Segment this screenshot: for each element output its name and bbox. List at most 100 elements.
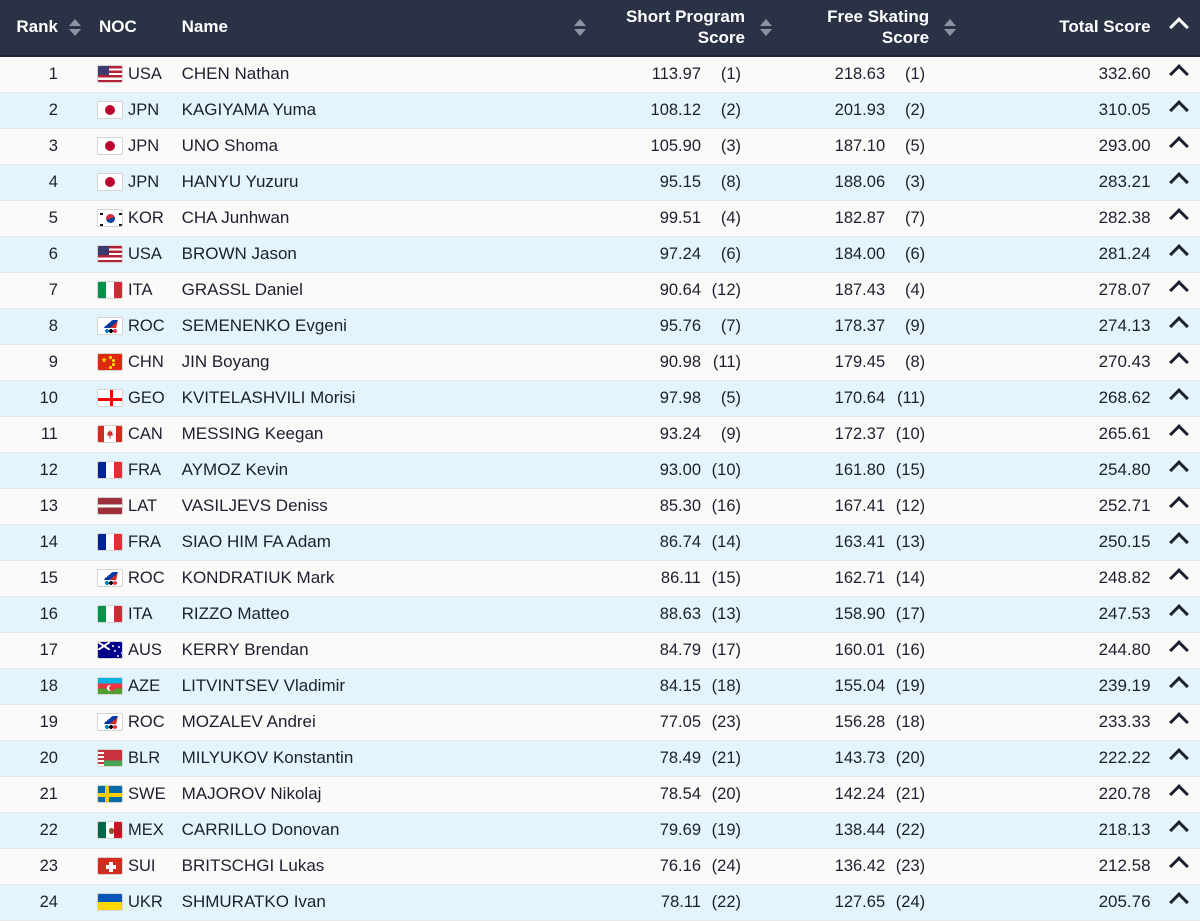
sort-toggle-total-score[interactable] <box>1158 0 1200 57</box>
row-expand-toggle[interactable] <box>1158 524 1200 561</box>
cell-rank: 11 <box>0 416 60 453</box>
table-row[interactable]: 18 AZE LITVINTSEV Vladimir 84.15 (18) 155.04 (… <box>0 668 1200 705</box>
cell-athlete-name[interactable]: CHEN Nathan <box>169 56 565 93</box>
table-row[interactable]: 17 AUS KERRY Brendan 84.79 (17) 160.01 (16) 244… <box>0 632 1200 669</box>
row-expand-toggle[interactable] <box>1158 92 1200 129</box>
cell-athlete-name[interactable]: BROWN Jason <box>169 236 565 273</box>
cell-athlete-name[interactable]: CARRILLO Donovan <box>169 812 565 849</box>
cell-athlete-name[interactable]: SHMURATKO Ivan <box>169 884 565 921</box>
table-row[interactable]: 1 USA CHEN Nathan 113.97 (1) 218.63 (1) 332.60 <box>0 56 1200 93</box>
table-row[interactable]: 4 JPN HANYU Yuzuru 95.15 (8) 188.06 (3) 283.21 <box>0 164 1200 201</box>
row-expand-toggle[interactable] <box>1158 740 1200 777</box>
cell-athlete-name[interactable]: LITVINTSEV Vladimir <box>169 668 565 705</box>
table-row[interactable]: 19 ROC MOZALEV Andrei 77.05 (23) 156.28 (18) 23… <box>0 704 1200 741</box>
row-expand-toggle[interactable] <box>1158 848 1200 885</box>
cell-athlete-name[interactable]: HANYU Yuzuru <box>169 164 565 201</box>
row-expand-toggle[interactable] <box>1158 200 1200 237</box>
table-row[interactable]: 5 KOR CHA Junhwan 99.51 (4) 182.87 (7) 282.38 <box>0 200 1200 237</box>
sort-toggle-rank[interactable] <box>59 0 92 57</box>
row-expand-toggle[interactable] <box>1158 632 1200 669</box>
table-row[interactable]: 3 JPN UNO Shoma 105.90 (3) 187.10 (5) 293.00 <box>0 128 1200 165</box>
row-expand-toggle[interactable] <box>1158 308 1200 345</box>
cell-athlete-name[interactable]: VASILJEVS Deniss <box>169 488 565 525</box>
row-expand-toggle[interactable] <box>1158 380 1200 417</box>
row-expand-toggle[interactable] <box>1158 596 1200 633</box>
table-row[interactable]: 21 SWE MAJOROV Nikolaj 78.54 (20) 142.24 (21) 2… <box>0 776 1200 813</box>
cell-athlete-name[interactable]: MILYUKOV Konstantin <box>169 740 565 777</box>
cell-athlete-name[interactable]: AYMOZ Kevin <box>169 452 565 489</box>
column-header-name[interactable]: Name <box>169 0 565 57</box>
row-expand-toggle[interactable] <box>1158 344 1200 381</box>
sort-toggle-short-program[interactable] <box>751 0 783 57</box>
row-expand-toggle[interactable] <box>1158 56 1200 93</box>
cell-athlete-name[interactable]: KONDRATIUK Mark <box>169 560 565 597</box>
table-row[interactable]: 16 ITA RIZZO Matteo 88.63 (13) 158.90 (17) 247.… <box>0 596 1200 633</box>
row-expand-toggle[interactable] <box>1158 164 1200 201</box>
free-skating-rank: (4) <box>904 280 926 299</box>
table-row[interactable]: 11 CAN MESSING Keegan 93.24 (9) 172.37 (10) 265… <box>0 416 1200 453</box>
column-header-noc[interactable]: NOC <box>91 0 170 57</box>
row-expand-toggle[interactable] <box>1158 704 1200 741</box>
noc-code: AZE <box>128 676 161 695</box>
flag-icon-jpn <box>97 101 124 119</box>
column-header-rank[interactable]: Rank <box>0 0 60 57</box>
cell-athlete-name[interactable]: KERRY Brendan <box>169 632 565 669</box>
cell-athlete-name[interactable]: CHA Junhwan <box>169 200 565 237</box>
cell-athlete-name[interactable]: RIZZO Matteo <box>169 596 565 633</box>
column-header-free-skating[interactable]: Free Skating Score <box>782 0 936 57</box>
column-header-total-score[interactable]: Total Score <box>966 0 1159 57</box>
cell-athlete-name[interactable]: UNO Shoma <box>169 128 565 165</box>
noc-code: BLR <box>128 748 161 767</box>
table-row[interactable]: 2 JPN KAGIYAMA Yuma 108.12 (2) 201.93 (2) 310.0… <box>0 92 1200 129</box>
row-expand-toggle[interactable] <box>1158 812 1200 849</box>
cell-sp-spacer <box>751 56 783 93</box>
table-row[interactable]: 13 LAT VASILJEVS Deniss 85.30 (16) 167.41 (12)… <box>0 488 1200 525</box>
table-row[interactable]: 24 UKR SHMURATKO Ivan 78.11 (22) 127.65 (24) 20… <box>0 884 1200 921</box>
cell-noc: SWE <box>91 776 170 813</box>
free-skating-score: 172.37 <box>834 424 886 443</box>
cell-rank-spacer <box>59 272 92 309</box>
cell-athlete-name[interactable]: MAJOROV Nikolaj <box>169 776 565 813</box>
sort-toggle-name[interactable] <box>564 0 596 57</box>
table-row[interactable]: 8 ROC SEMENENKO Evgeni 95.76 (7) 178.37 (9) 274… <box>0 308 1200 345</box>
row-expand-toggle[interactable] <box>1158 272 1200 309</box>
column-header-short-program[interactable]: Short Program Score <box>595 0 751 57</box>
table-row[interactable]: 14 FRA SIAO HIM FA Adam 86.74 (14) 163.41 (13)… <box>0 524 1200 561</box>
cell-athlete-name[interactable]: JIN Boyang <box>169 344 565 381</box>
row-expand-toggle[interactable] <box>1158 884 1200 921</box>
row-expand-toggle[interactable] <box>1158 128 1200 165</box>
cell-free-skating: 179.45 (8) <box>782 344 936 381</box>
cell-free-skating: 187.43 (4) <box>782 272 936 309</box>
table-row[interactable]: 23 SUI BRITSCHGI Lukas 76.16 (24) 136.42 (23) 2… <box>0 848 1200 885</box>
table-row[interactable]: 6 USA BROWN Jason 97.24 (6) 184.00 (6) 281.24 <box>0 236 1200 273</box>
row-expand-toggle[interactable] <box>1158 776 1200 813</box>
cell-athlete-name[interactable]: MESSING Keegan <box>169 416 565 453</box>
table-row[interactable]: 10 GEO KVITELASHVILI Morisi 97.98 (5) 170.64 (… <box>0 380 1200 417</box>
cell-athlete-name[interactable]: SEMENENKO Evgeni <box>169 308 565 345</box>
table-row[interactable]: 15 ROC KONDRATIUK Mark 86.11 (15) 162.71 (14) 2… <box>0 560 1200 597</box>
table-row[interactable]: 9 CHN JIN Boyang 90.98 (11) 179.45 (8) 270.43 <box>0 344 1200 381</box>
row-expand-toggle[interactable] <box>1158 236 1200 273</box>
row-expand-toggle[interactable] <box>1158 560 1200 597</box>
table-row[interactable]: 12 FRA AYMOZ Kevin 93.00 (10) 161.80 (15) 254.8… <box>0 452 1200 489</box>
row-expand-toggle[interactable] <box>1158 452 1200 489</box>
cell-fs-spacer <box>935 200 967 237</box>
row-expand-toggle[interactable] <box>1158 488 1200 525</box>
table-row[interactable]: 22 MEX CARRILLO Donovan 79.69 (19) 138.44 (22)… <box>0 812 1200 849</box>
cell-free-skating: 184.00 (6) <box>782 236 936 273</box>
cell-athlete-name[interactable]: SIAO HIM FA Adam <box>169 524 565 561</box>
cell-rank-spacer <box>59 884 92 921</box>
cell-athlete-name[interactable]: KVITELASHVILI Morisi <box>169 380 565 417</box>
cell-athlete-name[interactable]: KAGIYAMA Yuma <box>169 92 565 129</box>
table-row[interactable]: 7 ITA GRASSL Daniel 90.64 (12) 187.43 (4) 278.0… <box>0 272 1200 309</box>
cell-athlete-name[interactable]: GRASSL Daniel <box>169 272 565 309</box>
chevron-up-icon <box>1169 243 1190 264</box>
row-expand-toggle[interactable] <box>1158 668 1200 705</box>
table-row[interactable]: 20 BLR MILYUKOV Konstantin 78.49 (21) 143.73 (… <box>0 740 1200 777</box>
sort-toggle-free-skating[interactable] <box>935 0 967 57</box>
cell-athlete-name[interactable]: MOZALEV Andrei <box>169 704 565 741</box>
row-expand-toggle[interactable] <box>1158 416 1200 453</box>
cell-total-score: 268.62 <box>966 380 1159 417</box>
flag-icon-usa <box>97 245 124 263</box>
cell-athlete-name[interactable]: BRITSCHGI Lukas <box>169 848 565 885</box>
